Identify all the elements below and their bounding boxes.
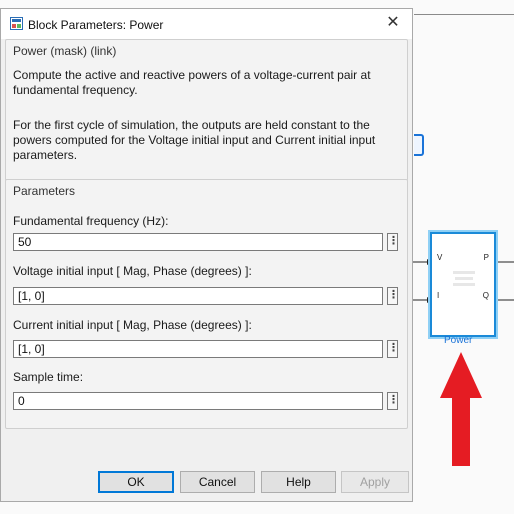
block-name-label[interactable]: Power xyxy=(444,335,472,346)
parameters-title: Parameters xyxy=(13,184,76,198)
port-i-label: I xyxy=(437,291,440,300)
voltage-initial-input-menu-icon[interactable]: ⋮ xyxy=(387,287,399,305)
voltage-initial-input-label: Voltage initial input [ Mag, Phase (degr… xyxy=(13,264,252,278)
port-q-label: Q xyxy=(482,291,489,300)
dialog-title: Block Parameters: Power xyxy=(28,18,164,32)
description-group: Power (mask) (link) Compute the active a… xyxy=(5,39,408,181)
sample-time-label: Sample time: xyxy=(13,370,84,384)
fundamental-frequency-label: Fundamental frequency (Hz): xyxy=(13,214,169,228)
block-icon xyxy=(453,271,475,286)
current-initial-input-label: Current initial input [ Mag, Phase (degr… xyxy=(13,318,252,332)
red-arrow-icon xyxy=(440,352,482,466)
description-text-2: For the first cycle of simulation, the o… xyxy=(13,118,376,162)
simulink-icon xyxy=(10,17,23,30)
fundamental-frequency-input[interactable] xyxy=(13,233,383,251)
fundamental-frequency-menu-icon[interactable]: ⋮ xyxy=(387,233,399,251)
current-initial-input-menu-icon[interactable]: ⋮ xyxy=(387,340,399,358)
port-v-label: V xyxy=(437,253,443,262)
apply-button[interactable]: Apply xyxy=(341,471,409,493)
power-block[interactable]: V I P Q xyxy=(430,232,496,337)
voltage-initial-input-field[interactable] xyxy=(13,287,383,305)
port-p-label: P xyxy=(483,253,489,262)
sample-time-input[interactable] xyxy=(13,392,383,410)
partial-block[interactable] xyxy=(414,134,424,156)
help-button[interactable]: Help xyxy=(261,471,336,493)
parameters-group: Parameters Fundamental frequency (Hz): ⋮… xyxy=(5,179,408,429)
block-parameters-dialog[interactable]: Block Parameters: Power ✕ Power (mask) (… xyxy=(0,8,413,502)
description-text-1: Compute the active and reactive powers o… xyxy=(13,68,371,97)
sample-time-menu-icon[interactable]: ⋮ xyxy=(387,392,399,410)
current-initial-input-field[interactable] xyxy=(13,340,383,358)
close-button[interactable]: ✕ xyxy=(384,14,402,32)
mask-header: Power (mask) (link) xyxy=(13,44,117,58)
cancel-button[interactable]: Cancel xyxy=(180,471,255,493)
canvas-line xyxy=(414,14,514,15)
ok-button[interactable]: OK xyxy=(98,471,174,493)
dialog-titlebar[interactable]: Block Parameters: Power ✕ xyxy=(1,9,412,39)
